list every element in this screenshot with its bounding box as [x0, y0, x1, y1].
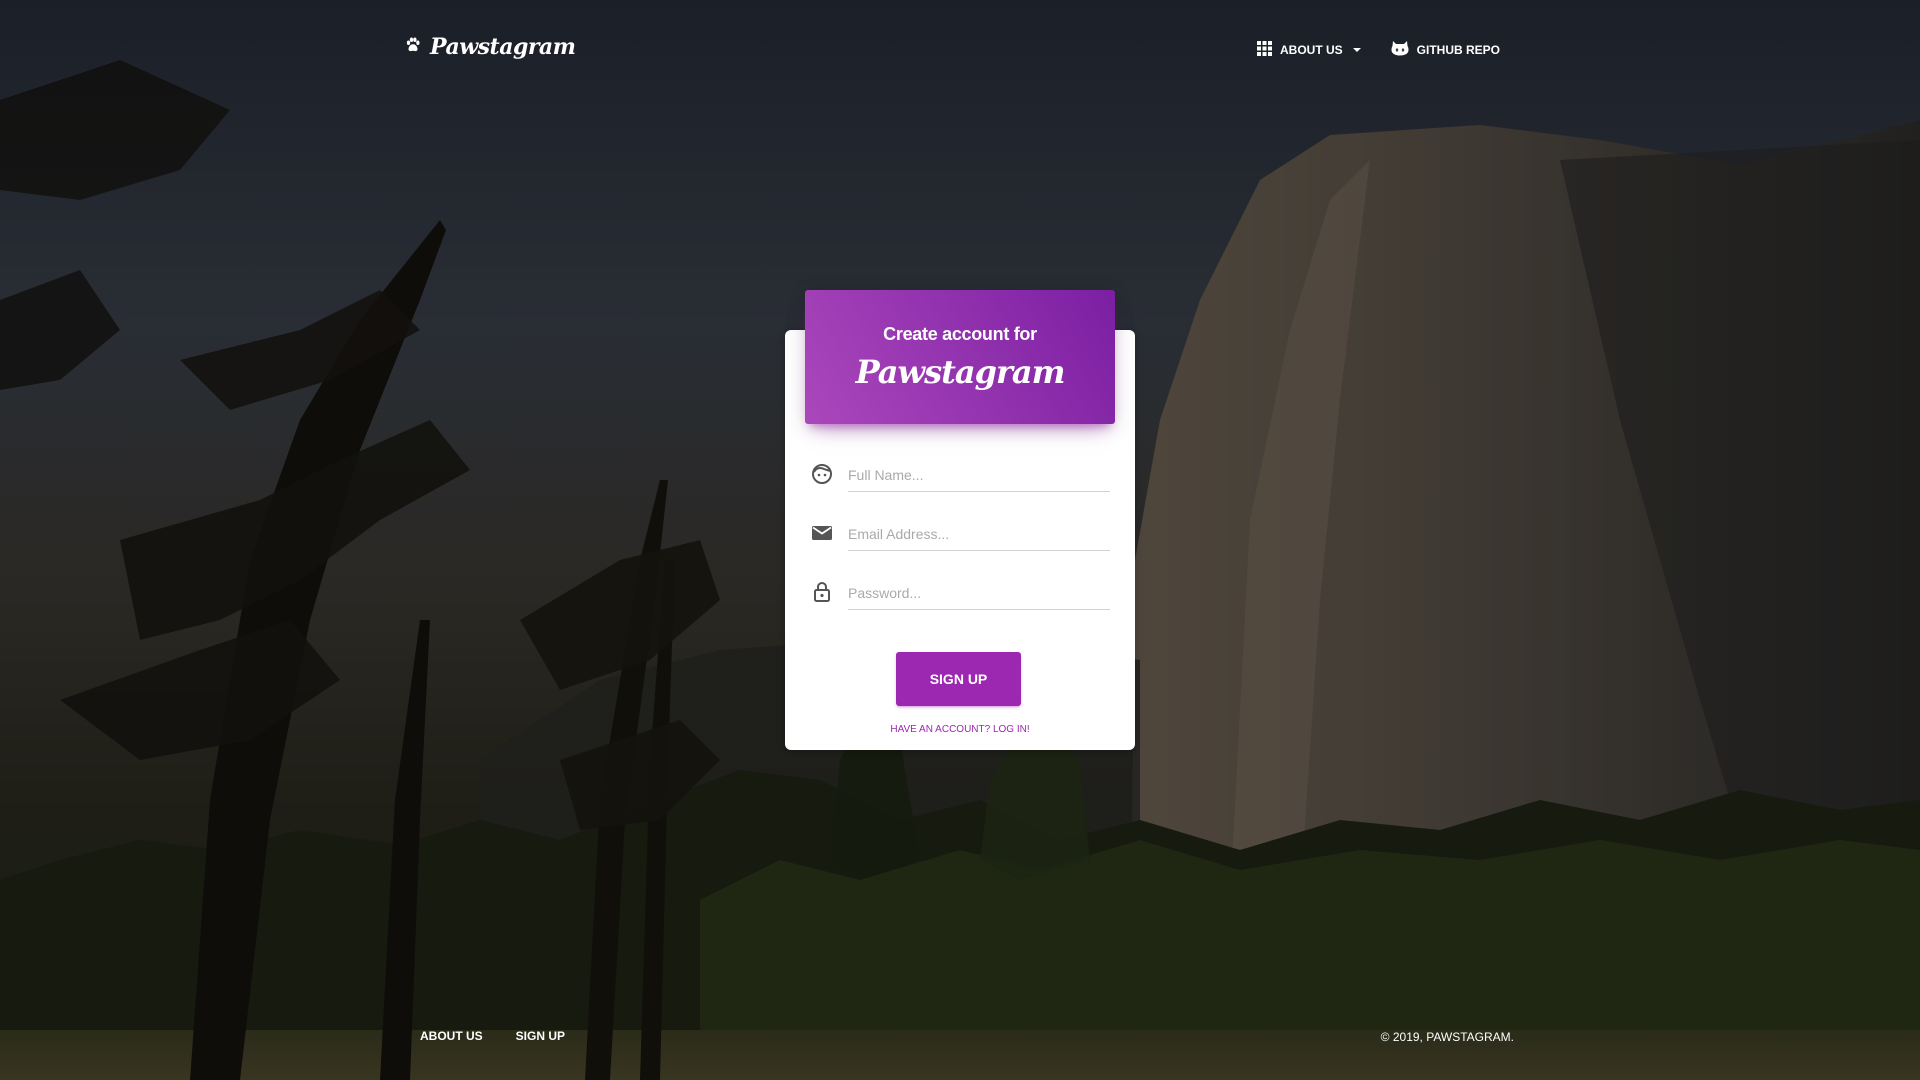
brand-name: Pawstagram — [430, 34, 576, 60]
navbar: Pawstagram About — [0, 0, 1920, 100]
page: Pawstagram About — [0, 0, 1920, 1080]
footer-links: About us Sign up — [420, 1029, 565, 1043]
full-name-field — [810, 452, 1110, 492]
face-icon — [810, 462, 834, 486]
paw-icon — [404, 36, 422, 59]
sign-up-button[interactable]: Sign up — [896, 652, 1021, 706]
github-icon — [1391, 40, 1409, 59]
nav-about-us-dropdown[interactable]: About us — [1256, 40, 1361, 59]
password-input[interactable] — [848, 577, 1110, 610]
nav-about-us-label: About us — [1279, 42, 1343, 57]
apps-grid-icon — [1256, 40, 1272, 59]
brand-logo[interactable]: Pawstagram — [404, 34, 576, 60]
full-name-input[interactable] — [848, 459, 1110, 492]
nav-github-repo-label: GitHub Repo — [1416, 42, 1500, 57]
login-link[interactable]: Have an account? Log in! — [785, 724, 1135, 735]
caret-down-icon — [1352, 47, 1361, 52]
card-brand-name: Pawstagram — [855, 353, 1066, 391]
lock-icon — [810, 580, 834, 604]
copyright-text: © 2019, PAWSTAGRAM. — [1380, 1030, 1514, 1044]
email-input[interactable] — [848, 518, 1110, 551]
card-title: Create account for — [883, 324, 1037, 344]
nav-links: About us GitHub Repo — [1256, 40, 1500, 59]
nav-github-repo-link[interactable]: GitHub Repo — [1391, 40, 1500, 59]
email-field — [810, 511, 1110, 551]
password-field — [810, 570, 1110, 610]
footer-sign-up-link[interactable]: Sign up — [516, 1029, 565, 1043]
mail-icon — [810, 521, 834, 545]
card-header: Create account for Pawstagram — [805, 290, 1115, 424]
signup-card: Create account for Pawstagram Full Name.… — [785, 290, 1135, 750]
footer-about-us-link[interactable]: About us — [420, 1029, 483, 1043]
